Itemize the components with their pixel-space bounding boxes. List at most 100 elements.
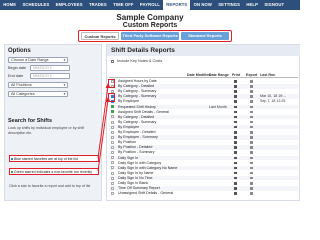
nav-item-time-off[interactable]: TIME OFF [110, 0, 137, 10]
star-icon[interactable] [111, 171, 114, 175]
star-icon[interactable] [111, 125, 114, 129]
nav-item-schedules[interactable]: SCHEDULES [19, 0, 52, 10]
print-icon[interactable] [234, 166, 237, 170]
print-icon[interactable] [234, 105, 237, 108]
table-row[interactable]: Daily Sign In [109, 155, 298, 161]
nav-item-on-now[interactable]: ON NOW [190, 0, 215, 10]
nav-item-payroll[interactable]: PAYROLL [137, 0, 163, 10]
star-icon[interactable] [111, 105, 114, 109]
table-row[interactable]: By Category - Detailed [109, 114, 298, 120]
nav-item-help[interactable]: HELP [243, 0, 261, 10]
tab-standard-reports[interactable]: Standard Reports [181, 32, 229, 40]
table-row[interactable]: By Employee [109, 124, 298, 130]
print-icon[interactable] [234, 131, 237, 134]
print-icon[interactable] [234, 187, 237, 190]
report-name[interactable]: Daily Sign In with Category No Name [118, 166, 177, 171]
report-name[interactable]: Daily Sign In with Category [118, 161, 161, 166]
print-icon[interactable] [234, 171, 237, 175]
table-row[interactable]: By Category - Summary [109, 89, 298, 94]
export-icon[interactable] [250, 80, 253, 83]
print-icon[interactable] [234, 192, 237, 195]
print-icon[interactable] [234, 120, 237, 124]
report-name[interactable]: By Category - Summary [118, 120, 156, 125]
print-icon[interactable] [234, 141, 237, 144]
export-icon[interactable] [250, 120, 253, 124]
nav-item-reports[interactable]: REPORTS [163, 0, 191, 10]
table-row[interactable]: By Position [109, 140, 298, 145]
table-row[interactable]: By Employee - Detailed [109, 130, 298, 135]
print-icon[interactable] [234, 95, 237, 98]
print-icon[interactable] [234, 151, 237, 154]
print-icon[interactable] [234, 136, 237, 139]
export-icon[interactable] [250, 156, 253, 159]
export-icon[interactable] [250, 166, 253, 170]
categories-select[interactable]: All Categories ▼ [8, 91, 68, 97]
report-name[interactable]: By Category - Summary [118, 94, 156, 99]
print-icon[interactable] [234, 85, 237, 88]
export-icon[interactable] [250, 136, 253, 139]
table-row[interactable]: Assigned Hours by Date [109, 79, 298, 84]
export-icon[interactable] [250, 176, 253, 180]
star-icon[interactable] [111, 151, 114, 155]
print-icon[interactable] [234, 161, 237, 165]
print-icon[interactable] [234, 182, 237, 185]
report-name[interactable]: Daily Sign In No Time [118, 176, 153, 181]
report-name[interactable]: Time Off Summary Report [118, 186, 160, 191]
positions-select[interactable]: All Positions ▼ [8, 82, 68, 88]
export-icon[interactable] [250, 90, 253, 93]
table-row[interactable]: By Category - Summary [109, 120, 298, 125]
export-icon[interactable] [250, 187, 253, 190]
table-row[interactable]: By Employee - Summary [109, 135, 298, 140]
star-icon[interactable] [111, 110, 114, 114]
report-name[interactable]: Daily Sign In by Name [118, 171, 154, 176]
print-icon[interactable] [234, 80, 237, 83]
star-icon[interactable] [111, 130, 114, 134]
report-name[interactable]: By Category - Summary [118, 89, 156, 94]
nav-item-trades[interactable]: TRADES [86, 0, 110, 10]
report-name[interactable]: By Position - Summary [118, 150, 155, 155]
nav-item-home[interactable]: HOME [0, 0, 19, 10]
report-name[interactable]: By Position - Detailed [118, 145, 152, 150]
export-icon[interactable] [250, 151, 253, 154]
star-icon[interactable] [111, 166, 114, 170]
print-icon[interactable] [234, 146, 237, 149]
print-icon[interactable] [234, 90, 237, 93]
nav-item-settings[interactable]: SETTINGS [215, 0, 243, 10]
report-name[interactable]: Unassigned Shift Details - General [118, 191, 173, 196]
begin-date-input[interactable]: MM/DD/YY [30, 65, 70, 71]
export-icon[interactable] [250, 100, 253, 103]
table-row[interactable]: Unassigned Shift Details - General [109, 191, 298, 196]
star-icon[interactable] [111, 135, 114, 139]
export-icon[interactable] [250, 131, 253, 134]
star-icon[interactable] [111, 176, 114, 180]
table-row[interactable]: Daily Sign In with Category [109, 161, 298, 166]
report-name[interactable]: By Category - Detailed [118, 84, 154, 89]
star-icon[interactable] [111, 161, 114, 165]
report-name[interactable]: Daily Sign In [118, 156, 138, 161]
table-row[interactable]: Daily Sign In by Name [109, 171, 298, 176]
table-row[interactable]: By Category - Summary Mar 10, 18 19:... [109, 94, 298, 99]
star-icon[interactable] [111, 181, 114, 185]
tab-custom-reports[interactable]: Custom Reports [81, 32, 119, 40]
export-icon[interactable] [250, 115, 253, 119]
table-row[interactable]: By Position - Detailed [109, 145, 298, 150]
star-icon[interactable] [111, 140, 114, 144]
print-icon[interactable] [234, 156, 237, 159]
nav-item-signout[interactable]: SIGNOUT [261, 0, 287, 10]
export-icon[interactable] [250, 95, 253, 98]
print-icon[interactable] [234, 110, 237, 114]
print-icon[interactable] [234, 100, 237, 103]
star-icon[interactable] [111, 156, 114, 160]
export-icon[interactable] [250, 141, 253, 144]
report-name[interactable]: By Position [118, 140, 136, 145]
export-icon[interactable] [250, 171, 253, 175]
table-row[interactable]: By Employee Sep 7, 18 12:25 [109, 99, 298, 104]
report-name[interactable]: By Employee [118, 99, 139, 104]
export-icon[interactable] [250, 125, 253, 129]
report-name[interactable]: Assigned Hours by Date [118, 79, 157, 84]
table-row[interactable]: By Position - Summary [109, 150, 298, 155]
export-icon[interactable] [250, 161, 253, 165]
date-range-select[interactable]: Choose a Date Range ▼ [8, 57, 68, 63]
tab-third-party-reports[interactable]: Third Party Software Reports [121, 32, 179, 40]
star-icon[interactable] [111, 146, 114, 150]
